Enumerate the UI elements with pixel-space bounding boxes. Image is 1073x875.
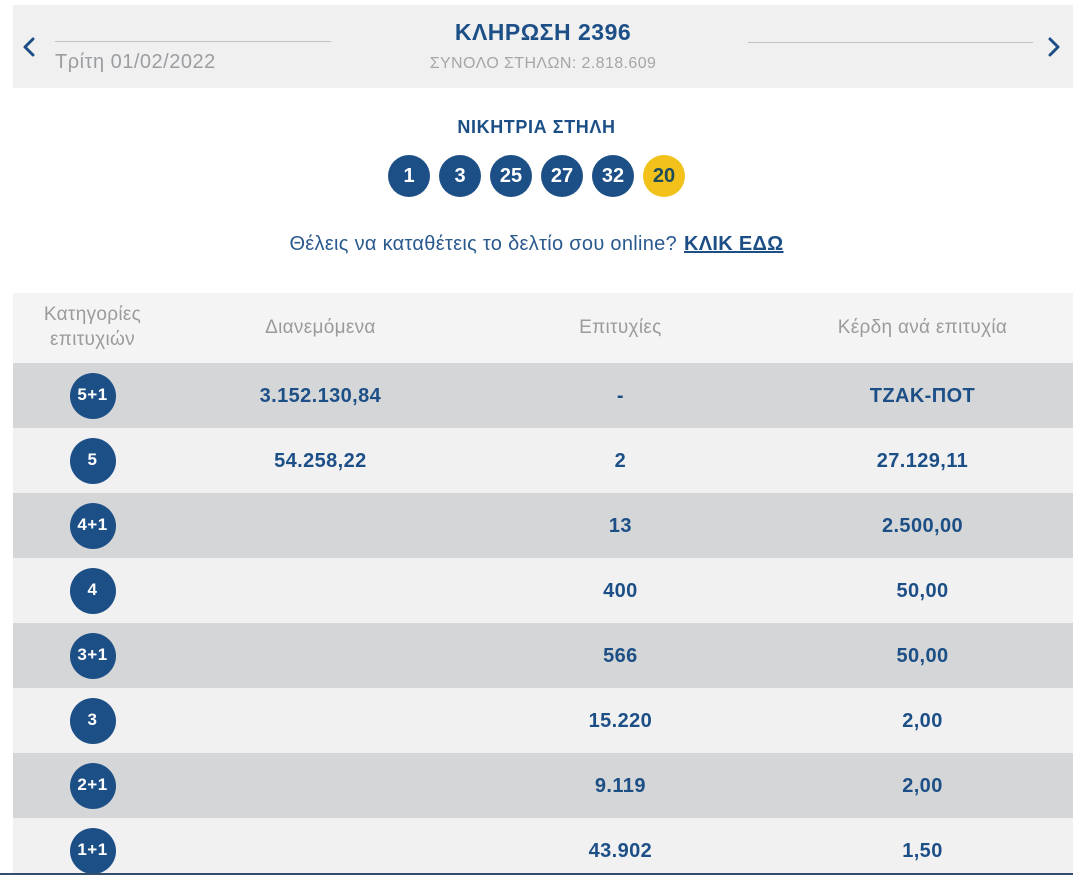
total-columns-label: ΣΥΝΟΛΟ ΣΤΗΛΩΝ: 2.818.609 — [429, 55, 657, 72]
winning-number-ball: 3 — [439, 155, 481, 197]
joker-number-ball: 20 — [643, 155, 685, 197]
chevron-left-icon — [22, 37, 36, 57]
previous-draw-button[interactable] — [16, 34, 42, 60]
next-draw-button[interactable] — [1041, 34, 1067, 60]
table-row: 1+1 43.902 1,50 — [13, 818, 1073, 875]
table-row: 4 400 50,00 — [13, 558, 1073, 623]
header-winners: Επιτυχίες — [579, 316, 662, 338]
distributed-value: 3.152.130,84 — [259, 384, 382, 407]
winning-number-ball: 32 — [592, 155, 634, 197]
prize-value: 27.129,11 — [876, 449, 969, 472]
table-row: 3 15.220 2,00 — [13, 688, 1073, 753]
page-title: ΚΛΗΡΩΣΗ 2396 — [454, 19, 632, 45]
winning-column-heading: ΝΙΚΗΤΡΙΑ ΣΤΗΛΗ — [457, 117, 616, 137]
online-cta: Θέλεις να καταθέτεις το δελτίο σου onlin… — [0, 233, 1073, 256]
prize-value: 1,50 — [902, 839, 943, 862]
chevron-right-icon — [1047, 37, 1061, 57]
category-badge: 1+1 — [69, 827, 116, 874]
draw-title-block: ΚΛΗΡΩΣΗ 2396 ΣΥΝΟΛΟ ΣΤΗΛΩΝ: 2.818.609 — [430, 19, 657, 73]
category-badge: 5 — [69, 437, 116, 484]
table-row: 5+1 3.152.130,84 - ΤΖΑΚ-ΠΟΤ — [13, 363, 1073, 428]
distributed-value: 54.258,22 — [274, 449, 367, 472]
category-badge: 3+1 — [69, 632, 116, 679]
date-underline — [55, 41, 331, 42]
winners-value: 43.902 — [588, 839, 653, 862]
prize-value: 2,00 — [902, 774, 943, 797]
cta-click-here-link[interactable]: ΚΛΙΚ ΕΔΩ — [684, 233, 784, 255]
category-badge: 3 — [69, 697, 116, 744]
prize-value: 2.500,00 — [881, 514, 963, 537]
cta-text: Θέλεις να καταθέτεις το δελτίο σου onlin… — [289, 233, 678, 255]
winners-value: 15.220 — [588, 709, 653, 732]
winners-value: 9.119 — [594, 774, 646, 797]
category-badge: 2+1 — [69, 762, 116, 809]
table-row: 2+1 9.119 2,00 — [13, 753, 1073, 818]
prize-table-header: Κατηγορίες επιτυχιών Διανεμόμενα Επιτυχί… — [13, 293, 1073, 363]
winning-number-ball: 25 — [490, 155, 532, 197]
table-row: 3+1 566 50,00 — [13, 623, 1073, 688]
prize-value: 50,00 — [896, 644, 949, 667]
winners-value: 13 — [608, 514, 632, 537]
next-date-underline — [748, 42, 1033, 43]
winning-number-ball: 1 — [388, 155, 430, 197]
prize-table: Κατηγορίες επιτυχιών Διανεμόμενα Επιτυχί… — [13, 293, 1073, 875]
winners-value: - — [616, 384, 624, 407]
winners-value: 400 — [603, 579, 638, 602]
prize-value: ΤΖΑΚ-ΠΟΤ — [869, 384, 976, 407]
winning-numbers: 1 3 25 27 32 20 — [0, 155, 1073, 197]
prize-value: 2,00 — [902, 709, 943, 732]
prize-value: 50,00 — [896, 579, 949, 602]
header-categories: Κατηγορίες επιτυχιών — [43, 304, 142, 350]
winners-value: 566 — [603, 644, 638, 667]
draw-date-block: Τρίτη 01/02/2022 — [55, 41, 331, 74]
table-row: 5 54.258,22 2 27.129,11 — [13, 428, 1073, 493]
draw-date: Τρίτη 01/02/2022 — [55, 51, 216, 73]
winners-value: 2 — [614, 449, 627, 472]
header-distributed: Διανεμόμενα — [265, 316, 376, 338]
category-badge: 5+1 — [69, 372, 116, 419]
table-row: 4+1 13 2.500,00 — [13, 493, 1073, 558]
header-prize-per-win: Κέρδη ανά επιτυχία — [837, 316, 1008, 338]
winning-number-ball: 27 — [541, 155, 583, 197]
category-badge: 4+1 — [69, 502, 116, 549]
category-badge: 4 — [69, 567, 116, 614]
draw-header: Τρίτη 01/02/2022 ΚΛΗΡΩΣΗ 2396 ΣΥΝΟΛΟ ΣΤΗ… — [13, 5, 1073, 88]
